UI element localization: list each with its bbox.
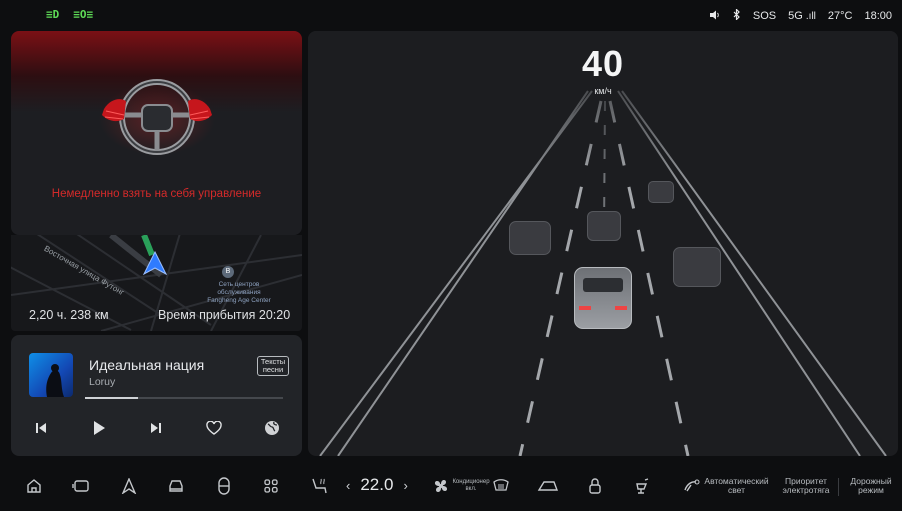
nearby-vehicle — [587, 211, 621, 241]
poi-label-line: Fangheng Age Center — [207, 297, 271, 304]
status-bar: ≡D ≡O≡ SOS 5G .ıll 27°C 18:00 — [0, 0, 902, 30]
steering-wheel-hands-icon — [99, 79, 215, 155]
playback-progress-fill — [85, 397, 139, 399]
lock-button[interactable] — [583, 473, 607, 499]
display-icon — [72, 480, 89, 492]
climate-temperature: 22.0 — [360, 475, 394, 494]
takeover-warning-text: Немедленно взять на себя управление — [51, 188, 262, 200]
current-speed: 40 — [581, 43, 625, 84]
poi-label: Сеть центров обслуживания Fangheng Age C… — [199, 281, 279, 305]
dock-divider — [838, 478, 839, 496]
auto-light-label: Автоматический свет — [704, 476, 768, 496]
poi-label-line: обслуживания — [217, 289, 261, 296]
speed-unit: км/ч — [594, 86, 612, 96]
navigation-map[interactable]: Восточная улица Футонг B Сеть центров об… — [11, 235, 302, 331]
vehicle-button[interactable] — [164, 473, 188, 499]
play-icon — [94, 421, 105, 435]
capsule-icon — [218, 477, 230, 495]
temp-decrease-button[interactable]: ‹ — [346, 478, 350, 493]
road-mode-label: Дорожный режим — [850, 476, 891, 496]
auto-light-label-line: свет — [727, 485, 745, 495]
lock-icon — [589, 478, 601, 494]
car-infotainment-screen: ≡D ≡O≡ SOS 5G .ıll 27°C 18:00 Немедленно… — [0, 0, 902, 511]
signal-icon: .ıll — [805, 11, 816, 22]
road-mode-label-line: режим — [858, 485, 884, 495]
navigation-button[interactable] — [117, 473, 141, 499]
media-player-card: Идеальная нация Loruy Тексты песни — [11, 335, 302, 456]
window-button[interactable] — [535, 473, 561, 499]
auto-light-button[interactable]: Автоматический свет — [680, 473, 772, 499]
playback-progress[interactable] — [85, 397, 283, 399]
parking-light-icon: ≡O≡ — [73, 8, 94, 21]
previous-icon — [36, 423, 46, 433]
nearby-vehicle — [673, 247, 721, 287]
media-source-button[interactable] — [260, 417, 284, 439]
home-icon — [27, 479, 41, 493]
lyrics-button[interactable]: Тексты песни — [257, 356, 289, 376]
apps-button[interactable] — [259, 473, 283, 499]
track-title: Идеальная нация — [89, 357, 205, 373]
seat-heat-icon — [312, 478, 327, 494]
arrival-time: Время прибытия 20:20 — [158, 308, 291, 322]
ev-priority-button[interactable]: Приоритет электротяга — [776, 473, 836, 499]
ev-priority-label-line: электротяга — [782, 485, 830, 495]
ac-label-line: вкл. — [465, 486, 477, 492]
next-icon — [151, 423, 161, 433]
bottom-dock: ‹ 22.0 › Кондиционер вкл. Автоматический с… — [0, 460, 902, 511]
next-track-button[interactable] — [144, 417, 168, 439]
low-beam-icon: ≡D — [46, 8, 60, 21]
road-mode-button[interactable]: Дорожный режим — [845, 473, 897, 499]
ego-vehicle — [574, 267, 632, 329]
climate-temperature-control: ‹ 22.0 › — [346, 475, 408, 495]
globe-icon — [265, 421, 279, 435]
ev-priority-label: Приоритет электротяга — [782, 476, 830, 496]
apps-grid-icon — [264, 479, 278, 493]
nearby-vehicle — [509, 221, 551, 255]
mirror-button[interactable] — [629, 473, 653, 499]
heart-icon — [206, 421, 222, 435]
previous-track-button[interactable] — [29, 417, 53, 439]
remaining-time-distance: 2,20 ч. 238 км — [29, 308, 109, 322]
sos-button[interactable]: SOS — [753, 10, 776, 22]
screen-mirror-button[interactable] — [69, 473, 93, 499]
rear-defrost-button[interactable] — [489, 473, 513, 499]
rear-defrost-icon — [493, 479, 509, 491]
album-figure — [46, 364, 64, 397]
favorite-button[interactable] — [202, 417, 226, 439]
ego-vehicle-tail-light — [615, 306, 627, 310]
network-status: 5G .ıll — [788, 10, 816, 22]
track-artist: Loruy — [89, 376, 116, 388]
lyrics-label: песни — [262, 365, 284, 374]
nav-arrow-icon — [142, 251, 168, 275]
poi-label-line: Сеть центров — [218, 281, 260, 288]
side-mirror-icon — [636, 478, 649, 494]
seat-heating-button[interactable] — [306, 473, 332, 499]
temp-increase-button[interactable]: › — [403, 478, 407, 493]
window-icon — [537, 481, 559, 491]
ac-label-line: Кондиционер — [452, 479, 490, 485]
takeover-warning-card: Немедленно взять на себя управление — [11, 31, 302, 235]
bluetooth-icon[interactable] — [733, 8, 741, 23]
fan-icon — [435, 479, 448, 493]
auto-light-icon — [684, 479, 700, 492]
car-icon — [169, 480, 183, 492]
ac-label: Кондиционер вкл. — [452, 479, 489, 493]
nav-triangle-icon — [121, 478, 137, 494]
outside-temperature: 27°C — [827, 10, 853, 22]
network-label: 5G — [788, 10, 803, 22]
driving-visualization: 40 км/ч — [308, 31, 898, 456]
nearby-vehicle — [648, 181, 674, 203]
ego-vehicle-window — [583, 278, 623, 292]
home-button[interactable] — [22, 473, 46, 499]
clock: 18:00 — [864, 10, 892, 22]
album-art[interactable] — [29, 353, 73, 397]
ego-vehicle-tail-light — [579, 306, 591, 310]
ac-button[interactable]: Кондиционер вкл. — [430, 473, 492, 499]
seat-button[interactable] — [212, 473, 236, 499]
volume-icon[interactable] — [709, 10, 721, 23]
poi-marker-icon[interactable]: B — [222, 266, 234, 278]
play-button[interactable] — [87, 417, 111, 439]
